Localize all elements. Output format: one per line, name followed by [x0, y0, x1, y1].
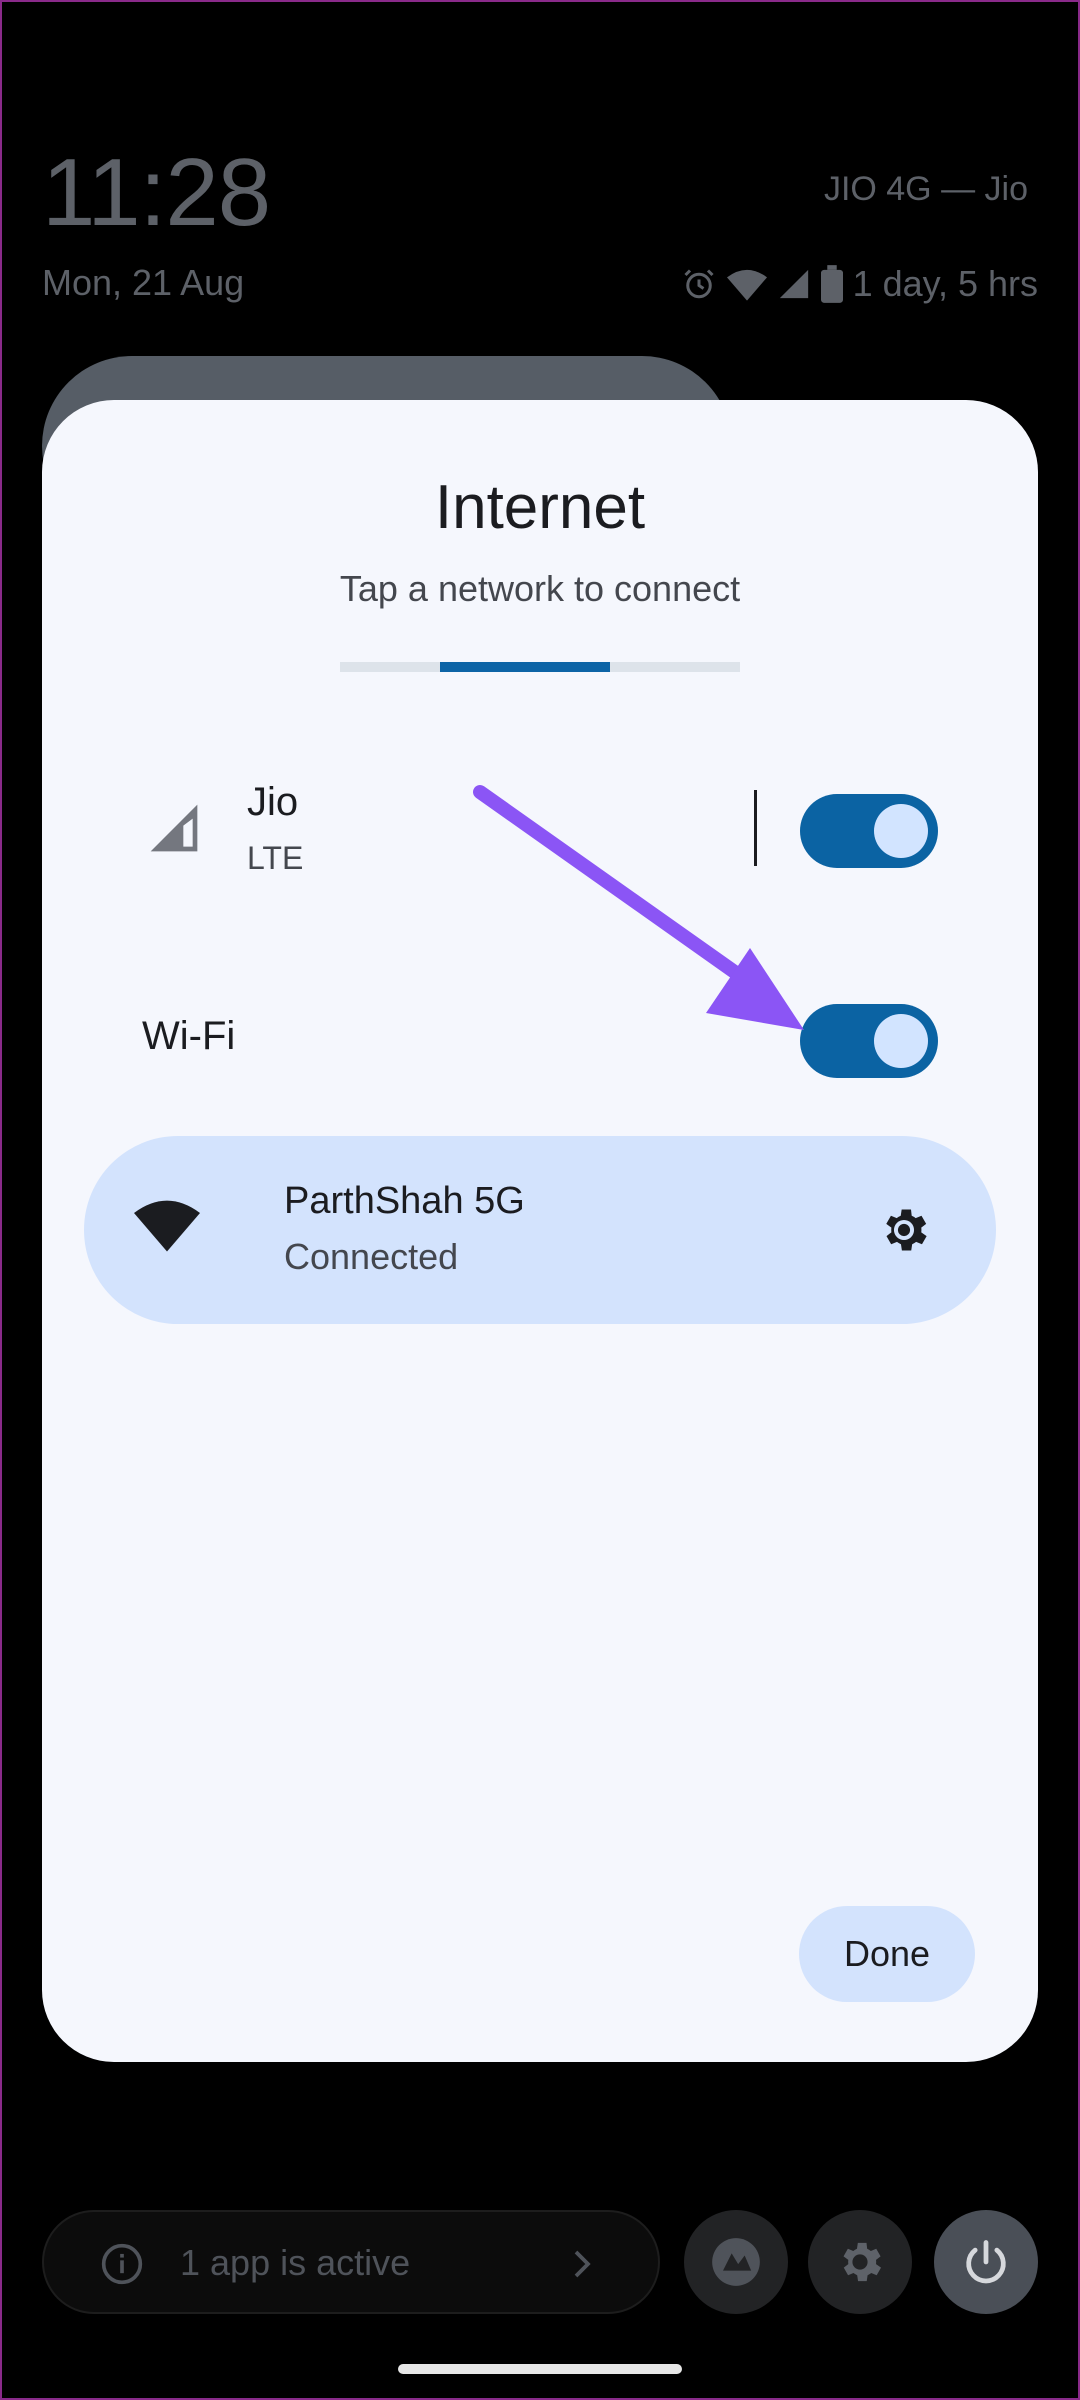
- active-apps-pill[interactable]: 1 app is active: [42, 2210, 660, 2314]
- chevron-right-icon: [566, 2246, 598, 2287]
- avatar-icon: [712, 2238, 760, 2286]
- home-indicator[interactable]: [398, 2364, 682, 2374]
- active-apps-text: 1 app is active: [180, 2242, 411, 2283]
- user-avatar-button[interactable]: [684, 2210, 788, 2314]
- gear-icon: [843, 2242, 882, 2282]
- settings-button[interactable]: [808, 2210, 912, 2314]
- power-icon: [966, 2240, 1006, 2284]
- annotation-arrow: [473, 785, 804, 1030]
- power-button[interactable]: [934, 2210, 1038, 2314]
- info-icon: [100, 2242, 144, 2291]
